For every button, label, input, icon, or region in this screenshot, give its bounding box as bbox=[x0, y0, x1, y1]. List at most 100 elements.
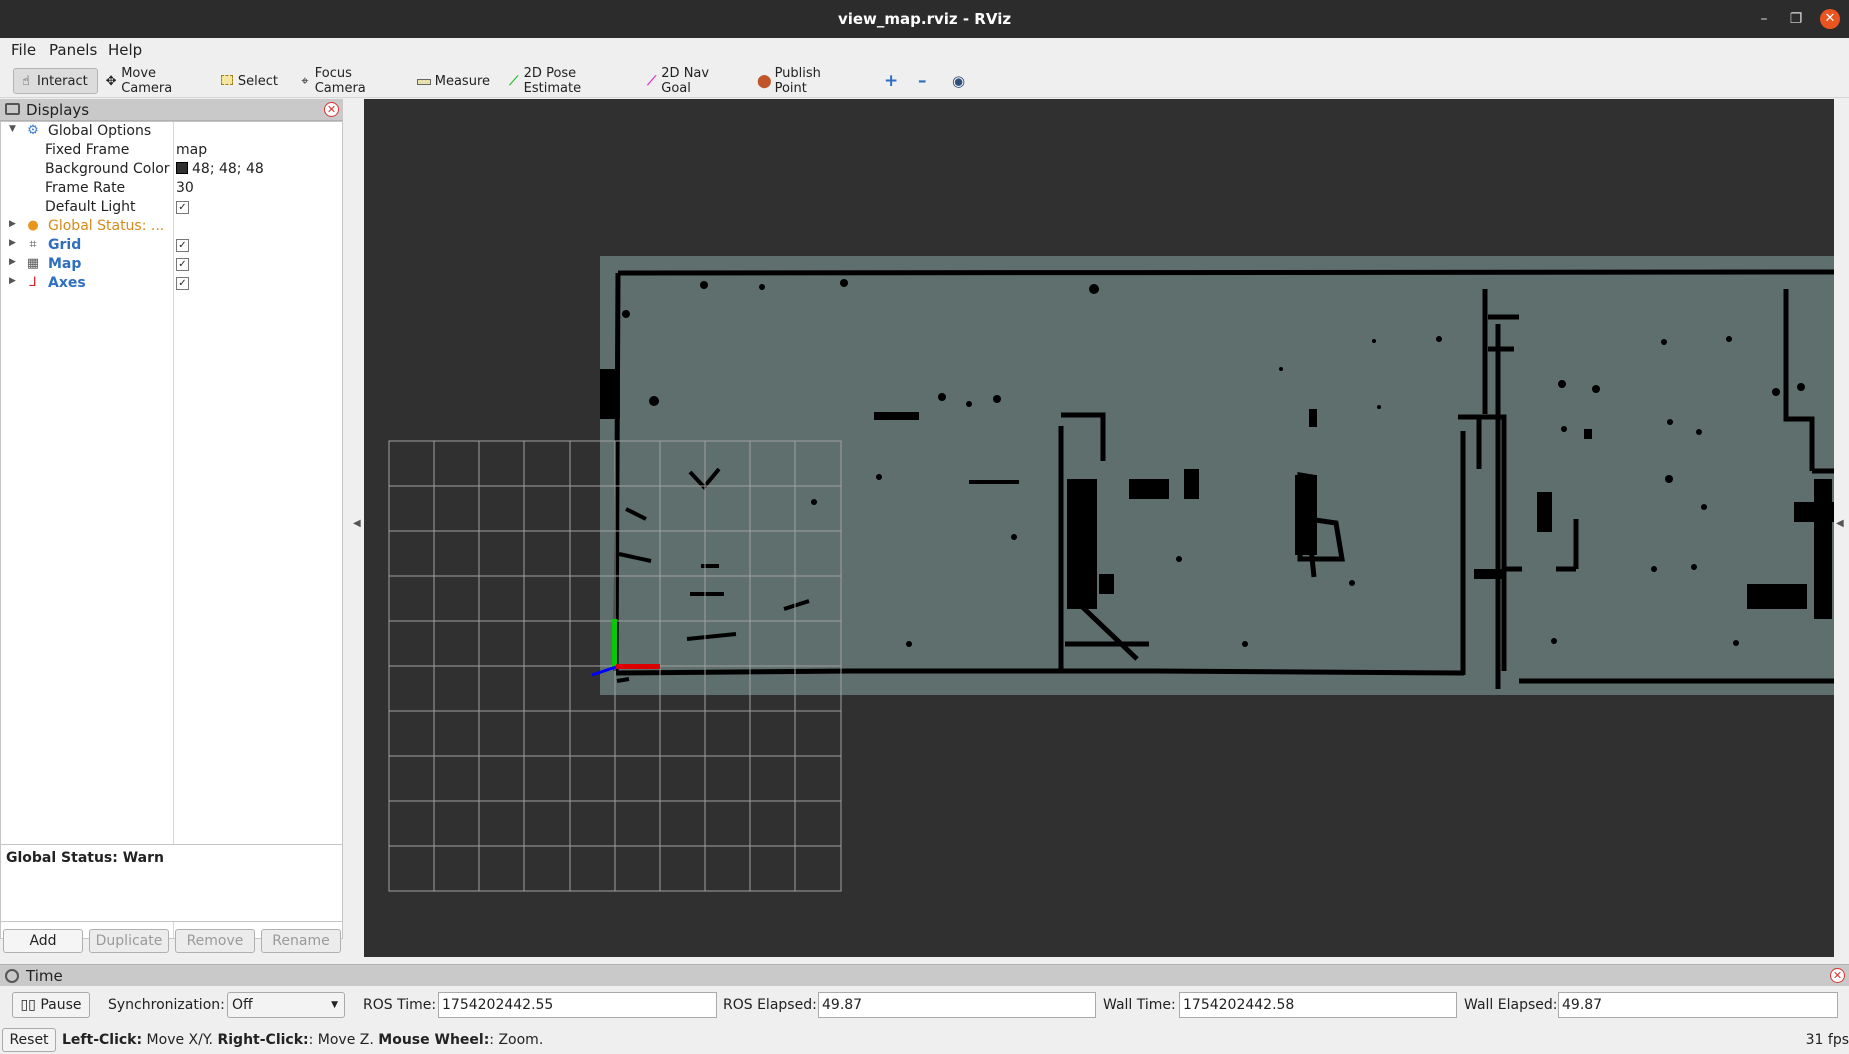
menu-file[interactable]: File bbox=[11, 41, 36, 59]
status-bar: Reset Left-Click: Move X/Y. Right-Click:… bbox=[0, 1027, 1849, 1054]
ros-time-field[interactable]: 1754202442.55 bbox=[438, 992, 717, 1018]
default-light-checkbox[interactable]: ✓ bbox=[176, 201, 189, 214]
background-color-value[interactable]: 48; 48; 48 bbox=[176, 161, 264, 177]
grid-icon: ⌗ bbox=[29, 237, 37, 252]
right-splitter-arrow-icon[interactable]: ◀ bbox=[1836, 518, 1844, 529]
pose-estimate-tool[interactable]: ⟋ 2D Pose Estimate bbox=[503, 66, 625, 96]
wall-time-label: Wall Time: bbox=[1103, 997, 1176, 1013]
move-camera-label: Move Camera bbox=[121, 66, 173, 96]
close-icon[interactable]: ✕ bbox=[1820, 9, 1840, 29]
focus-camera-tool[interactable]: ⌖ Focus Camera bbox=[294, 66, 398, 96]
rename-button[interactable]: Rename bbox=[261, 929, 341, 953]
add-button[interactable]: Add bbox=[3, 929, 83, 953]
publish-point-label: Publish Point bbox=[774, 66, 821, 96]
collapse-arrow-icon[interactable]: ▶ bbox=[9, 257, 16, 267]
add-tool-plus-icon[interactable]: + bbox=[880, 68, 902, 94]
reset-button[interactable]: Reset bbox=[2, 1028, 56, 1052]
time-panel-header: Time ✕ bbox=[0, 964, 1849, 986]
collapse-arrow-icon[interactable]: ▶ bbox=[9, 238, 16, 248]
status-description-text: Global Status: Warn bbox=[6, 850, 164, 866]
grid-label: Grid bbox=[48, 237, 82, 253]
interact-label: Interact bbox=[37, 73, 88, 89]
pause-icon: ▯▯ bbox=[20, 997, 36, 1013]
eye-icon[interactable]: ◉ bbox=[948, 68, 972, 94]
hint-left-click: Left-Click: bbox=[62, 1032, 143, 1048]
pose-estimate-label: 2D Pose Estimate bbox=[523, 66, 582, 96]
move-icon: ✥ bbox=[105, 73, 117, 89]
global-options-row[interactable]: ▼ ⚙ Global Options bbox=[1, 122, 341, 141]
ruler-icon bbox=[416, 74, 432, 89]
global-options-label: Global Options bbox=[48, 123, 152, 139]
frame-rate-value[interactable]: 30 bbox=[176, 180, 194, 196]
hint-wheel-action: : Zoom. bbox=[489, 1032, 544, 1048]
pause-label: Pause bbox=[40, 997, 82, 1013]
synchronization-select[interactable]: Off ▼ bbox=[227, 992, 345, 1018]
rviz-window: view_map.rviz - RViz – ❐ ✕ File Panels H… bbox=[0, 0, 1849, 1054]
collapse-arrow-icon[interactable]: ▶ bbox=[9, 276, 16, 286]
status-description-box: Global Status: Warn bbox=[0, 844, 343, 922]
select-label: Select bbox=[237, 73, 278, 89]
remove-button[interactable]: Remove bbox=[175, 929, 255, 953]
color-swatch[interactable] bbox=[176, 162, 188, 174]
hint-right-action: : Move Z. bbox=[308, 1032, 379, 1048]
fixed-frame-label: Fixed Frame bbox=[45, 142, 130, 158]
title-bar: view_map.rviz - RViz – ❐ ✕ bbox=[0, 0, 1849, 38]
wall-elapsed-field[interactable]: 49.87 bbox=[1558, 992, 1838, 1018]
display-item-map[interactable]: ▶ ▦ Map ✓ bbox=[1, 255, 341, 274]
warning-icon: ● bbox=[27, 218, 39, 233]
magenta-arrow-icon: ⟋ bbox=[647, 73, 657, 89]
menu-panels[interactable]: Panels bbox=[49, 41, 97, 59]
frame-rate-row[interactable]: Frame Rate 30 bbox=[1, 179, 341, 198]
move-camera-tool[interactable]: ✥ Move Camera bbox=[100, 66, 205, 96]
duplicate-button[interactable]: Duplicate bbox=[89, 929, 169, 953]
measure-label: Measure bbox=[434, 73, 490, 89]
displays-panel-header: Displays ✕ bbox=[0, 99, 343, 121]
fps-counter: 31 fps bbox=[1805, 1032, 1849, 1048]
pause-button[interactable]: ▯▯ Pause bbox=[12, 992, 90, 1018]
map-pin-icon: ⬤ bbox=[757, 73, 772, 89]
nav-goal-label: 2D Nav Goal bbox=[661, 66, 710, 96]
nav-goal-tool[interactable]: ⟋ 2D Nav Goal bbox=[641, 66, 733, 96]
background-color-row[interactable]: Background Color 48; 48; 48 bbox=[1, 160, 341, 179]
ros-elapsed-label: ROS Elapsed: bbox=[723, 997, 817, 1013]
expand-arrow-icon[interactable]: ▼ bbox=[9, 124, 16, 134]
collapse-arrow-icon[interactable]: ▶ bbox=[9, 219, 16, 229]
map-label: Map bbox=[48, 256, 82, 272]
clock-icon bbox=[5, 969, 19, 983]
interact-tool[interactable]: ☝ Interact bbox=[13, 68, 98, 94]
map-icon: ▦ bbox=[26, 256, 40, 271]
green-arrow-icon: ⟋ bbox=[509, 73, 519, 89]
displays-close-icon[interactable]: ✕ bbox=[324, 102, 339, 117]
map-canvas[interactable] bbox=[364, 99, 1834, 957]
left-splitter-arrow-icon[interactable]: ◀ bbox=[353, 518, 361, 529]
minimize-icon[interactable]: – bbox=[1754, 9, 1774, 29]
fixed-frame-row[interactable]: Fixed Frame map bbox=[1, 141, 341, 160]
wall-time-field[interactable]: 1754202442.58 bbox=[1179, 992, 1457, 1018]
background-color-label: Background Color bbox=[45, 161, 170, 177]
default-light-row[interactable]: Default Light ✓ bbox=[1, 198, 341, 217]
ros-elapsed-field[interactable]: 49.87 bbox=[818, 992, 1096, 1018]
grid-checkbox[interactable]: ✓ bbox=[176, 239, 189, 252]
maximize-icon[interactable]: ❐ bbox=[1786, 9, 1806, 29]
frame-rate-label: Frame Rate bbox=[45, 180, 126, 196]
menu-help[interactable]: Help bbox=[108, 41, 142, 59]
publish-point-tool[interactable]: ⬤ Publish Point bbox=[753, 66, 849, 96]
render-3d-view[interactable] bbox=[364, 99, 1834, 957]
display-item-grid[interactable]: ▶ ⌗ Grid ✓ bbox=[1, 236, 341, 255]
fixed-frame-value[interactable]: map bbox=[176, 142, 207, 158]
remove-tool-minus-icon[interactable]: – bbox=[914, 68, 936, 94]
axes-checkbox[interactable]: ✓ bbox=[176, 277, 189, 290]
synchronization-value: Off bbox=[232, 997, 253, 1013]
monitor-icon bbox=[5, 103, 20, 115]
time-panel: ▯▯ Pause Synchronization: Off ▼ ROS Time… bbox=[0, 986, 1849, 1024]
display-tree: ▼ ⚙ Global Options Fixed Frame map Backg… bbox=[0, 121, 343, 939]
select-tool[interactable]: Select bbox=[216, 68, 282, 94]
display-item-axes[interactable]: ▶ ⅃ Axes ✓ bbox=[1, 274, 341, 293]
wall-elapsed-label: Wall Elapsed: bbox=[1464, 997, 1558, 1013]
measure-tool[interactable]: Measure bbox=[412, 68, 494, 94]
map-checkbox[interactable]: ✓ bbox=[176, 258, 189, 271]
global-status-row[interactable]: ▶ ● Global Status: ... bbox=[1, 217, 341, 236]
hand-pointer-icon: ☝ bbox=[22, 73, 30, 89]
axes-icon: ⅃ bbox=[29, 275, 37, 290]
time-close-icon[interactable]: ✕ bbox=[1830, 968, 1845, 983]
